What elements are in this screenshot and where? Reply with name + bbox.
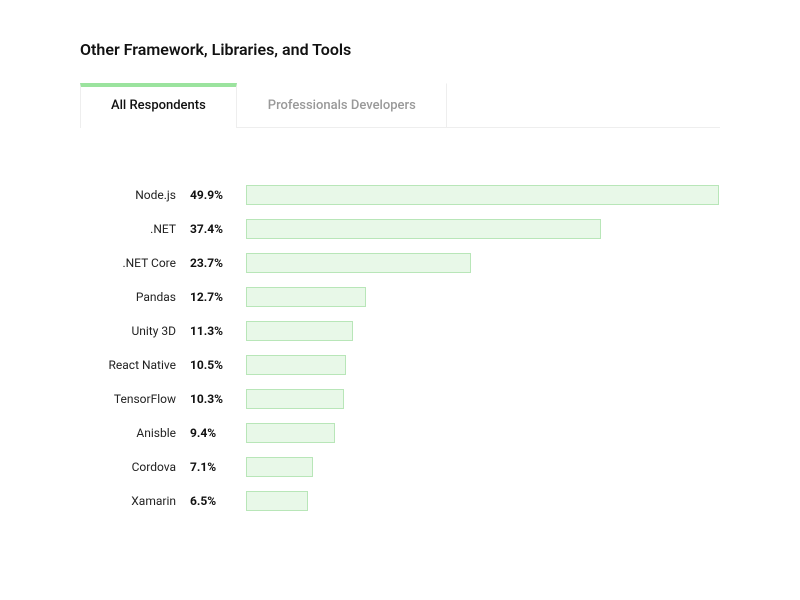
tab-all-respondents[interactable]: All Respondents bbox=[80, 83, 237, 128]
chart-row: Unity 3D11.3% bbox=[90, 314, 720, 348]
chart-bar bbox=[246, 423, 335, 443]
tab-professional-developers[interactable]: Professionals Developers bbox=[237, 83, 447, 127]
chart-category-label: Unity 3D bbox=[90, 324, 190, 338]
chart-bar bbox=[246, 253, 471, 273]
chart-row: Pandas12.7% bbox=[90, 280, 720, 314]
chart-category-label: Anisble bbox=[90, 426, 190, 440]
chart-bar bbox=[246, 491, 308, 511]
chart-category-label: Xamarin bbox=[90, 494, 190, 508]
tab-bar: All Respondents Professionals Developers bbox=[80, 83, 720, 128]
chart-bar bbox=[246, 355, 346, 375]
chart-category-label: Node.js bbox=[90, 188, 190, 202]
chart-row: .NET37.4% bbox=[90, 212, 720, 246]
chart-row: Anisble9.4% bbox=[90, 416, 720, 450]
chart-bar-track bbox=[246, 491, 720, 511]
chart-bar bbox=[246, 185, 719, 205]
chart-row: React Native10.5% bbox=[90, 348, 720, 382]
chart-bar bbox=[246, 457, 313, 477]
chart-bar-track bbox=[246, 389, 720, 409]
chart-category-label: Pandas bbox=[90, 290, 190, 304]
chart-bar bbox=[246, 321, 353, 341]
chart-category-label: .NET bbox=[90, 222, 190, 236]
chart-value-label: 6.5% bbox=[190, 494, 246, 508]
chart-bar-track bbox=[246, 355, 720, 375]
chart-bar-track bbox=[246, 253, 720, 273]
chart-bar-track bbox=[246, 219, 720, 239]
chart-value-label: 10.5% bbox=[190, 358, 246, 372]
chart-row: Xamarin6.5% bbox=[90, 484, 720, 518]
chart-bar-track bbox=[246, 185, 720, 205]
chart-bar-track bbox=[246, 423, 720, 443]
chart-value-label: 10.3% bbox=[190, 392, 246, 406]
chart-bar-track bbox=[246, 457, 720, 477]
chart-bar-track bbox=[246, 321, 720, 341]
chart-row: Node.js49.9% bbox=[90, 178, 720, 212]
chart-value-label: 7.1% bbox=[190, 460, 246, 474]
chart-bar bbox=[246, 219, 601, 239]
chart-value-label: 37.4% bbox=[190, 222, 246, 236]
chart-value-label: 49.9% bbox=[190, 188, 246, 202]
chart-value-label: 9.4% bbox=[190, 426, 246, 440]
chart-value-label: 23.7% bbox=[190, 256, 246, 270]
chart-value-label: 12.7% bbox=[190, 290, 246, 304]
page-title: Other Framework, Libraries, and Tools bbox=[80, 40, 720, 59]
chart-category-label: .NET Core bbox=[90, 256, 190, 270]
chart-value-label: 11.3% bbox=[190, 324, 246, 338]
chart-row: .NET Core23.7% bbox=[90, 246, 720, 280]
chart-bar-track bbox=[246, 287, 720, 307]
chart-bar bbox=[246, 287, 366, 307]
chart-row: TensorFlow10.3% bbox=[90, 382, 720, 416]
chart-row: Cordova7.1% bbox=[90, 450, 720, 484]
chart-bar bbox=[246, 389, 344, 409]
bar-chart: Node.js49.9%.NET37.4%.NET Core23.7%Panda… bbox=[80, 178, 720, 518]
chart-category-label: Cordova bbox=[90, 460, 190, 474]
chart-category-label: TensorFlow bbox=[90, 392, 190, 406]
chart-category-label: React Native bbox=[90, 358, 190, 372]
